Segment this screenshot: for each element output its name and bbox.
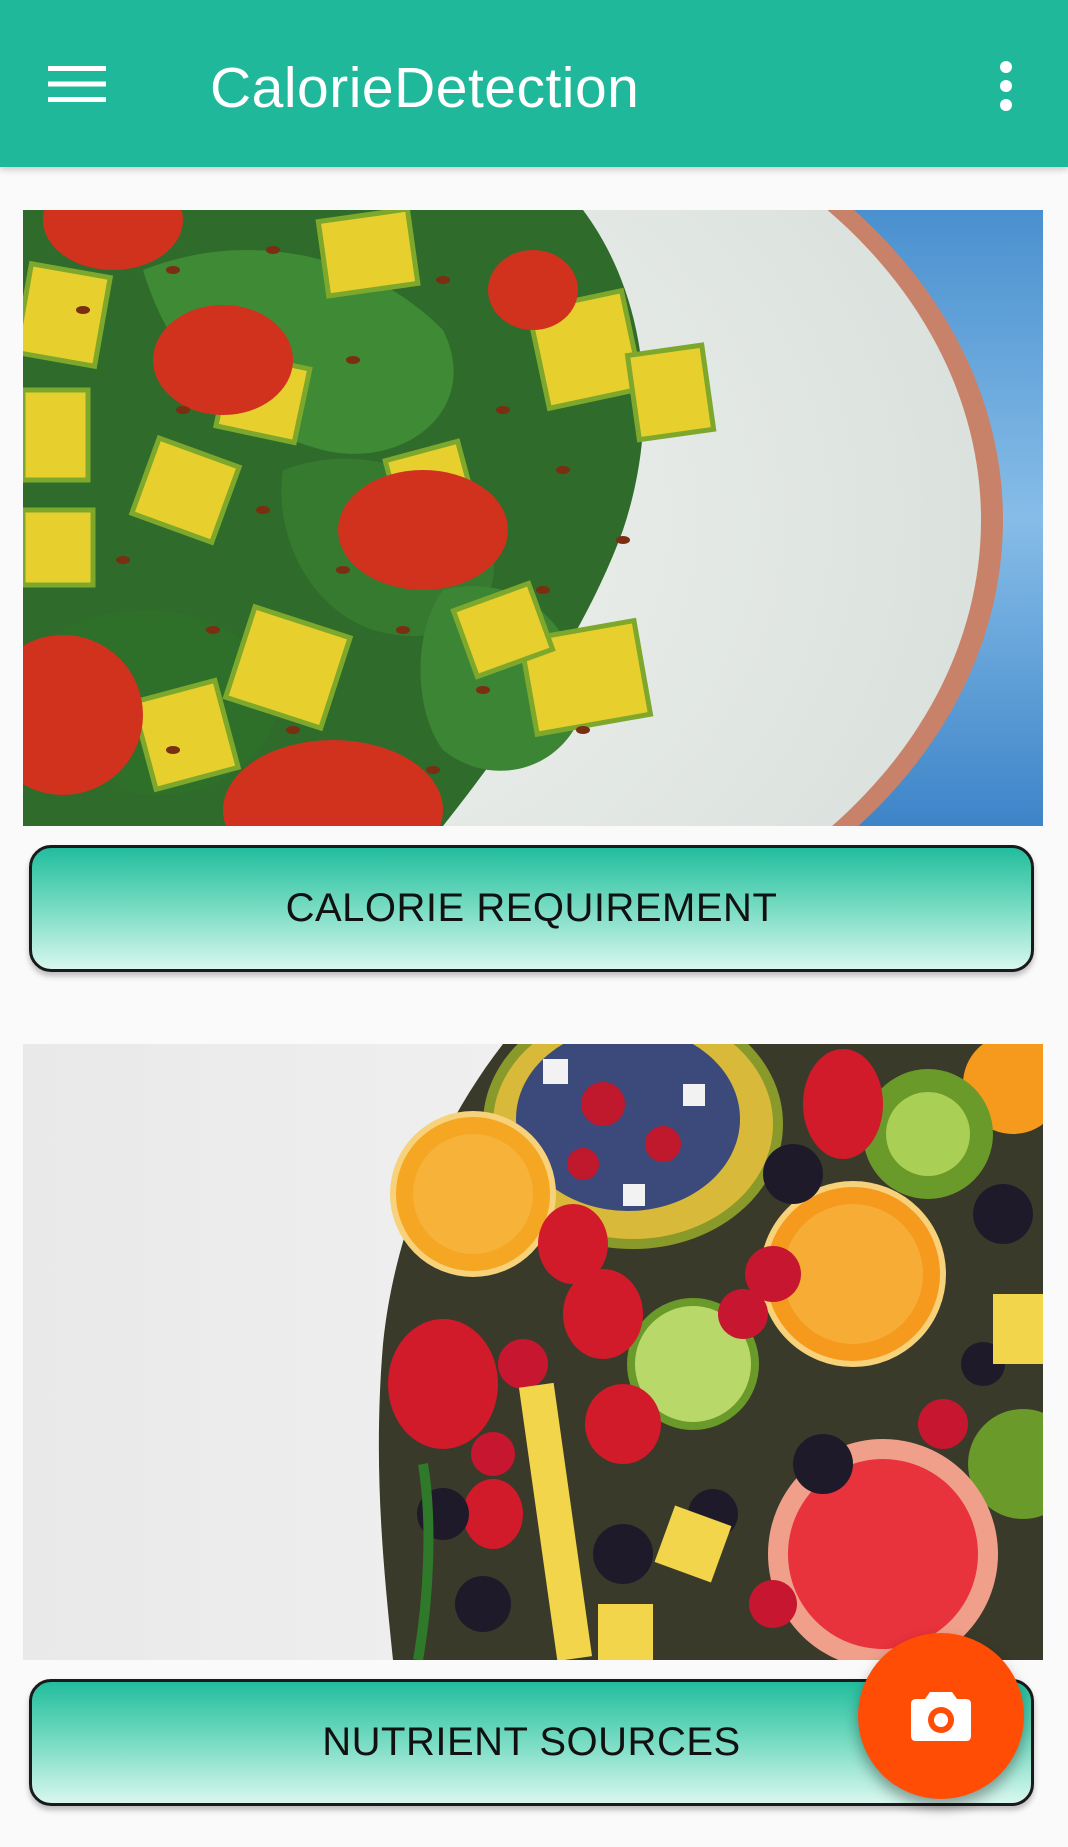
hamburger-menu-icon [48,66,106,102]
camera-icon [911,1692,971,1741]
fruit-platter-image [23,1044,1043,1660]
app-title: CalorieDetection [210,56,640,120]
more-vert-icon [1000,61,1012,111]
camera-fab-button[interactable] [858,1633,1024,1799]
overflow-menu-button[interactable] [976,46,1036,126]
salad-bowl-image [23,210,1043,826]
app-bar: CalorieDetection [0,0,1068,167]
hamburger-menu-button[interactable] [34,46,120,122]
calorie-requirement-button[interactable]: CALORIE REQUIREMENT [29,845,1034,972]
